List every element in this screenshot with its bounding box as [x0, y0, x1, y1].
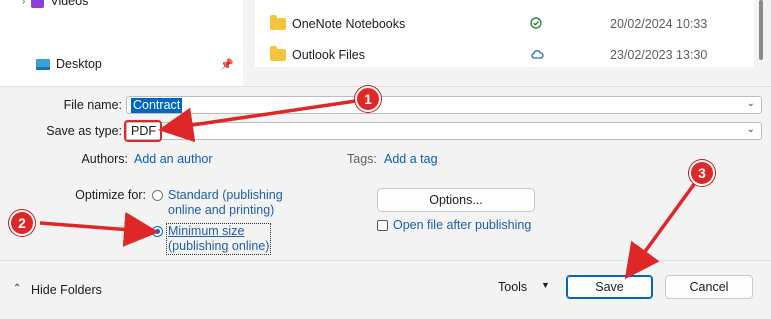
- arrow-3: [624, 181, 697, 280]
- annotation-badge: 3: [689, 160, 715, 186]
- arrow-2: [39, 211, 159, 247]
- arrow-1: [158, 99, 357, 143]
- annotation-arrows: [39, 99, 697, 280]
- annotation-badge: 2: [9, 210, 35, 236]
- annotation-badge: 1: [355, 86, 381, 112]
